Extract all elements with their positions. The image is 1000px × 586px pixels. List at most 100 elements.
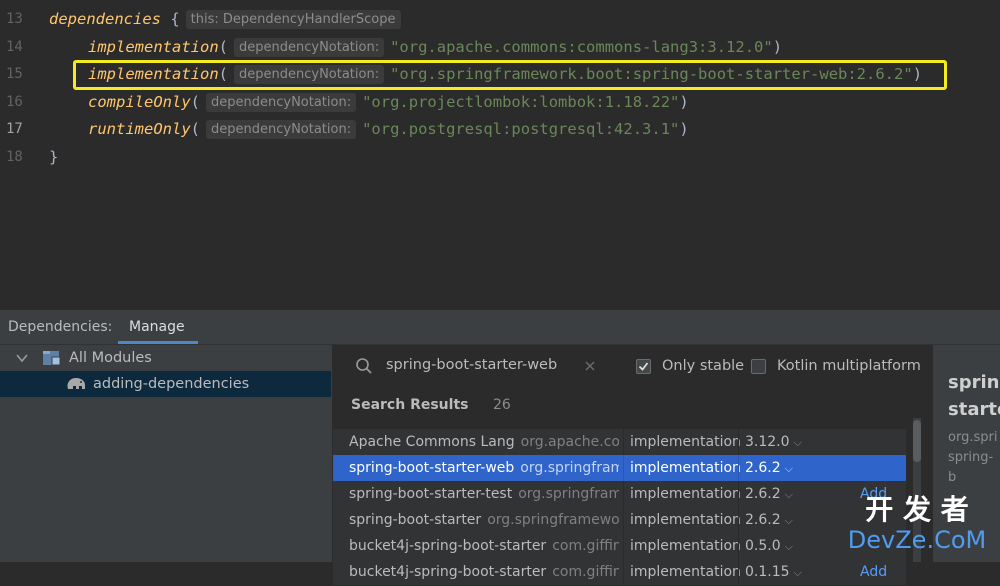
chevron-down-icon: ⌵ bbox=[784, 514, 793, 527]
scrollbar-thumb[interactable] bbox=[913, 420, 921, 462]
code-string: "org.apache.commons:commons-lang3:3.12.0… bbox=[390, 38, 773, 56]
highlight-annotation-box bbox=[73, 60, 947, 90]
dependency-group: org.springframework.boot bbox=[518, 486, 619, 502]
paren-open: ( bbox=[218, 38, 228, 56]
active-tab-indicator bbox=[118, 341, 198, 344]
table-row[interactable]: spring-boot-starter-web org.springframewo… bbox=[333, 455, 906, 481]
details-title-line: starte bbox=[948, 399, 1000, 420]
dependency-group: com.giffing bbox=[552, 564, 619, 580]
dependency-name: bucket4j-spring-boot-starter bbox=[349, 564, 547, 580]
version-value: 2.6.2 bbox=[745, 486, 781, 502]
line-number: 14 bbox=[6, 39, 23, 55]
version-select[interactable]: 0.1.15 ⌵ bbox=[745, 559, 802, 586]
tree-item-adding-dependencies[interactable]: adding-dependencies bbox=[0, 371, 331, 397]
tab-manage[interactable]: Manage bbox=[118, 310, 198, 344]
search-input[interactable]: spring-boot-starter-web bbox=[386, 357, 557, 373]
code-brace: { bbox=[160, 10, 180, 28]
table-row[interactable]: bucket4j-spring-boot-startercom.giffing … bbox=[333, 533, 906, 559]
inlay-hint: this: DependencyHandlerScope bbox=[185, 10, 401, 29]
paren-close: ) bbox=[772, 38, 783, 56]
dependency-group: org.apache.commons bbox=[520, 434, 619, 450]
line-number: 18 bbox=[6, 149, 23, 165]
configuration-select[interactable]: implementation bbox=[630, 481, 741, 507]
line-number: 17 bbox=[6, 121, 23, 137]
inlay-hint: dependencyNotation: bbox=[206, 120, 357, 139]
kotlin-multiplatform-label[interactable]: Kotlin multiplatform bbox=[777, 358, 921, 374]
version-select[interactable]: 2.6.2 ⌵ bbox=[745, 507, 793, 534]
dependency-group: com.giffing bbox=[552, 538, 619, 554]
code-string: "org.projectlombok:lombok:1.18.22" bbox=[362, 93, 680, 111]
code-keyword: dependencies bbox=[49, 10, 161, 28]
code-string: "org.postgresql:postgresql:42.3.1" bbox=[362, 120, 680, 138]
chevron-down-icon[interactable] bbox=[16, 353, 28, 363]
version-value: 2.6.2 bbox=[745, 512, 781, 528]
kotlin-multiplatform-checkbox[interactable] bbox=[751, 359, 766, 374]
details-group-line: org.spri bbox=[948, 430, 998, 445]
code-line-14[interactable]: 14 implementation( dependencyNotation: "or… bbox=[0, 34, 1000, 61]
table-row[interactable]: spring-boot-starter-test org.springframew… bbox=[333, 481, 906, 507]
checkmark-icon bbox=[638, 362, 649, 371]
tree-item-label: All Modules bbox=[69, 350, 152, 366]
code-line-13[interactable]: 13 dependencies { this: DependencyHandler… bbox=[0, 6, 1000, 33]
version-select[interactable]: 2.6.2 ⌵ bbox=[745, 481, 793, 508]
only-stable-checkbox[interactable] bbox=[636, 359, 651, 374]
code-editor[interactable]: 13 dependencies { this: DependencyHandler… bbox=[0, 0, 1000, 310]
chevron-down-icon: ⌵ bbox=[784, 462, 793, 475]
search-results-count: 26 bbox=[493, 397, 511, 413]
details-title-line: sprin bbox=[948, 372, 1000, 393]
watermark: 开 发 者 DevZe.CoM bbox=[842, 494, 992, 555]
code-keyword: implementation bbox=[88, 38, 219, 56]
dependency-name: spring-boot-starter-test bbox=[349, 486, 513, 502]
version-value: 3.12.0 bbox=[745, 434, 790, 450]
line-number: 13 bbox=[6, 11, 23, 27]
modules-tree: All Modules adding-dependencies bbox=[0, 345, 333, 562]
code-keyword: runtimeOnly bbox=[88, 120, 191, 138]
version-value: 0.5.0 bbox=[745, 538, 781, 554]
tree-item-all-modules[interactable]: All Modules bbox=[0, 345, 331, 371]
table-row[interactable]: spring-boot-starter org.springframework.b… bbox=[333, 507, 906, 533]
modules-folder-icon bbox=[43, 351, 61, 366]
watermark-en: DevZe.CoM bbox=[847, 526, 987, 554]
dependency-name: Apache Commons Lang bbox=[349, 434, 515, 450]
clear-search-icon[interactable] bbox=[584, 360, 596, 372]
chevron-down-icon: ⌵ bbox=[793, 436, 802, 449]
chevron-down-icon: ⌵ bbox=[793, 566, 802, 579]
search-icon bbox=[356, 358, 372, 374]
code-line-17[interactable]: 17 runtimeOnly( dependencyNotation: "org.p… bbox=[0, 116, 1000, 143]
version-select[interactable]: 0.5.0 ⌵ bbox=[745, 533, 793, 560]
configuration-select[interactable]: implementation bbox=[630, 455, 741, 481]
code-brace: } bbox=[49, 148, 59, 166]
inlay-hint: dependencyNotation: bbox=[234, 38, 385, 57]
paren-close: ) bbox=[679, 93, 689, 111]
paren-close: ) bbox=[679, 120, 689, 138]
tree-item-label: adding-dependencies bbox=[93, 376, 250, 392]
version-select[interactable]: 2.6.2 ⌵ bbox=[745, 455, 793, 482]
paren-open: ( bbox=[190, 120, 200, 138]
version-value: 2.6.2 bbox=[745, 460, 781, 476]
add-dependency-button[interactable]: Add bbox=[860, 559, 887, 585]
table-row[interactable]: bucket4j-spring-boot-startercom.giffing … bbox=[333, 559, 906, 585]
code-line-16[interactable]: 16 compileOnly(dependencyNotation: "org.p… bbox=[0, 89, 1000, 116]
code-line-18[interactable]: 18 } bbox=[0, 144, 1000, 171]
configuration-select[interactable]: implementation bbox=[630, 429, 741, 455]
version-value: 0.1.15 bbox=[745, 564, 790, 580]
details-group-line: spring-b bbox=[948, 450, 994, 485]
dependency-group: org.springframework.boot bbox=[487, 512, 619, 528]
version-select[interactable]: 3.12.0 ⌵ bbox=[745, 429, 802, 456]
only-stable-label[interactable]: Only stable bbox=[662, 358, 744, 374]
configuration-select[interactable]: implementation bbox=[630, 507, 741, 533]
tool-window-label: Dependencies: bbox=[8, 319, 113, 335]
configuration-select[interactable]: implementation bbox=[630, 559, 741, 585]
chevron-down-icon: ⌵ bbox=[784, 540, 793, 553]
dependency-group: org.springframework.boot bbox=[520, 460, 619, 476]
gradle-elephant-icon bbox=[67, 378, 85, 389]
table-row[interactable]: Apache Commons Lang org.apache.commons im… bbox=[333, 429, 906, 455]
code-keyword: compileOnly bbox=[88, 93, 191, 111]
dependency-name: spring-boot-starter bbox=[349, 512, 482, 528]
paren-open: ( bbox=[190, 93, 200, 111]
line-number: 16 bbox=[6, 94, 23, 110]
tool-window-header: Dependencies: Manage bbox=[0, 310, 1000, 345]
configuration-select[interactable]: implementation bbox=[630, 533, 741, 559]
search-results-heading: Search Results bbox=[351, 397, 469, 413]
chevron-down-icon: ⌵ bbox=[784, 488, 793, 501]
